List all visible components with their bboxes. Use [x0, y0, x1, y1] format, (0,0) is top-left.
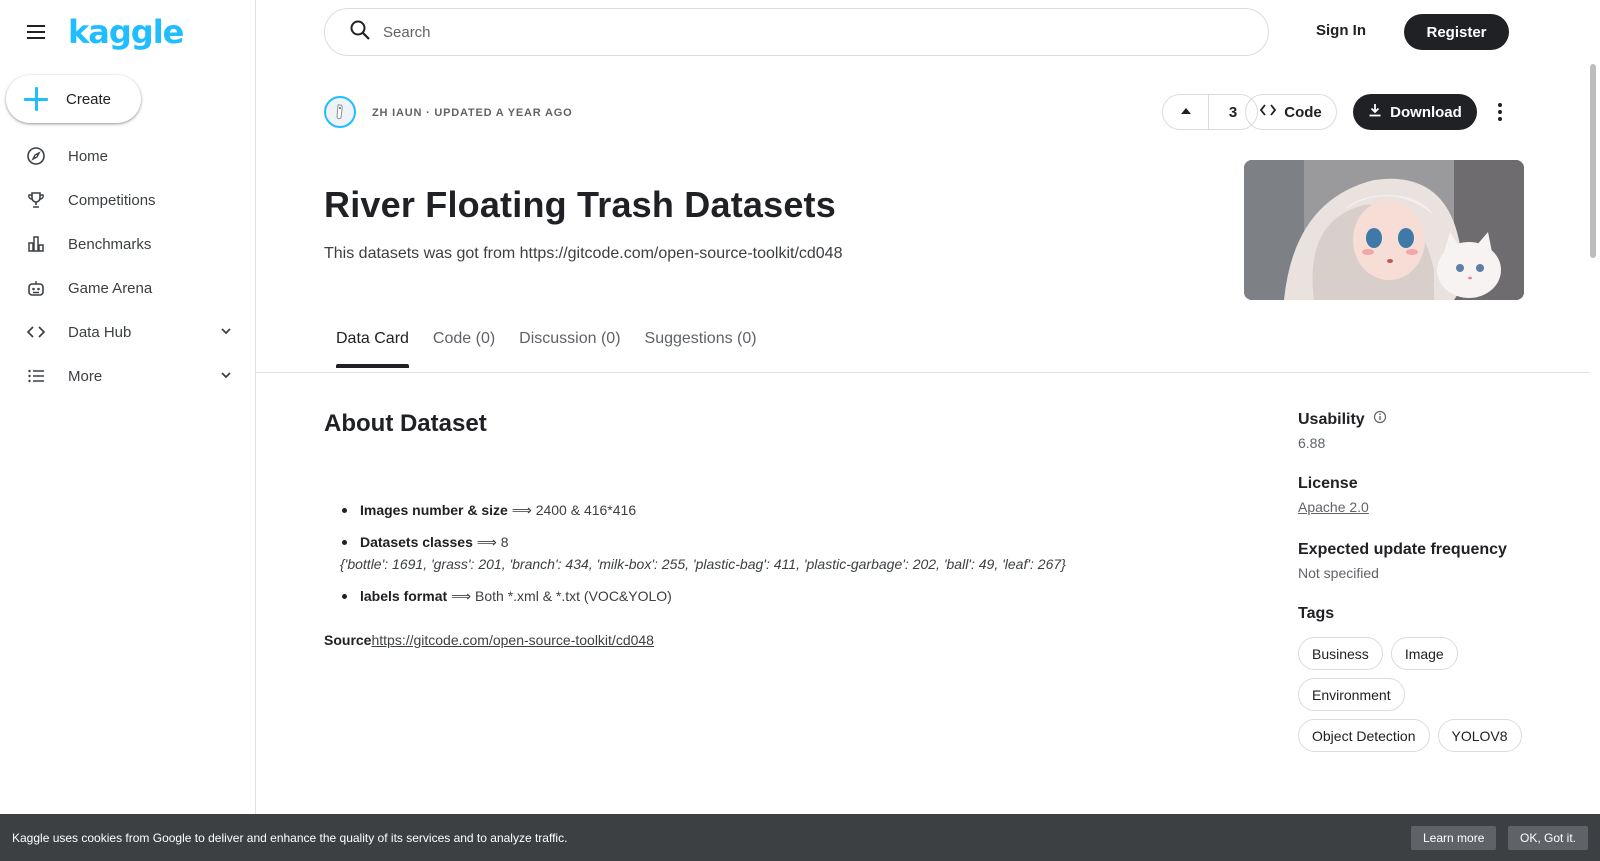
- arrow-glyph: ⟹: [476, 534, 497, 550]
- source-label: Source: [324, 632, 372, 648]
- usability-label: Usability: [1298, 410, 1365, 428]
- more-options-icon[interactable]: [1492, 98, 1508, 126]
- create-button[interactable]: Create: [6, 75, 141, 123]
- sidebar-header: kaggle: [24, 16, 184, 48]
- tag-list: Business Image Environment Object Detect…: [1298, 637, 1538, 752]
- tags-heading: Tags: [1298, 605, 1335, 622]
- about-dataset-heading: About Dataset: [324, 410, 487, 437]
- page-title: River Floating Trash Datasets: [324, 184, 836, 225]
- menu-icon[interactable]: [24, 20, 48, 44]
- tab-divider: [256, 372, 1590, 373]
- sidebar-item-label: Home: [68, 147, 109, 165]
- bullet-value: 8: [500, 534, 509, 550]
- chevron-down-icon[interactable]: [219, 324, 233, 338]
- learn-more-button[interactable]: Learn more: [1411, 826, 1497, 850]
- code-brackets-icon: [1260, 103, 1277, 121]
- code-button-label: Code: [1284, 103, 1322, 121]
- dataset-cover-image: [1244, 160, 1524, 300]
- arrow-glyph: ⟹: [511, 502, 532, 518]
- tag-chip[interactable]: YOLOV8: [1437, 719, 1522, 752]
- caret-up-icon: [1180, 103, 1192, 121]
- dataset-details-list: Images number & size ⟹ 2400 & 416*416 Da…: [340, 500, 1200, 618]
- cookie-banner: Kaggle uses cookies from Google to deliv…: [0, 814, 1600, 861]
- sidebar-item-label: Game Arena: [68, 279, 153, 297]
- tab-suggestions[interactable]: Suggestions (0): [645, 330, 757, 360]
- list-item: Datasets classes ⟹ 8 {'bottle': 1691, 'g…: [340, 532, 1200, 574]
- metadata-panel: Usability 6.88 License Apache 2.0 Expect…: [1298, 410, 1558, 776]
- source-link[interactable]: https://gitcode.com/open-source-toolkit/…: [371, 632, 654, 648]
- tag-chip[interactable]: Object Detection: [1298, 719, 1430, 752]
- sidebar-item-data-hub[interactable]: Data Hub: [0, 310, 255, 354]
- download-button[interactable]: Download: [1353, 94, 1477, 130]
- trophy-icon: [26, 190, 46, 210]
- list-item: Images number & size ⟹ 2400 & 416*416: [340, 500, 1200, 520]
- bullet-value: Both *.xml & *.txt (VOC&YOLO): [475, 588, 672, 604]
- license-heading: License: [1298, 475, 1358, 492]
- update-frequency-heading: Expected update frequency: [1298, 541, 1507, 558]
- cookie-ok-button[interactable]: OK, Got it.: [1508, 826, 1589, 850]
- sidebar-nav: Home Competitions Benchmarks Game Arena …: [0, 134, 255, 398]
- register-button[interactable]: Register: [1404, 14, 1509, 50]
- bullet-value: 2400 & 416*416: [535, 502, 637, 518]
- sidebar: kaggle Create Home Competitions Benchmar…: [0, 0, 256, 861]
- sidebar-item-label: Competitions: [68, 191, 156, 209]
- dataset-tabs: Data Card Code (0) Discussion (0) Sugges…: [336, 330, 757, 368]
- tag-chip[interactable]: Business: [1298, 637, 1383, 670]
- plus-icon: [24, 87, 48, 111]
- upvote-control: 3: [1162, 94, 1258, 130]
- sidebar-item-label: Benchmarks: [68, 235, 152, 253]
- info-icon[interactable]: [1373, 410, 1387, 429]
- dataset-subtitle: This datasets was got from https://gitco…: [324, 245, 843, 262]
- sidebar-item-label: Data Hub: [68, 323, 132, 341]
- code-button[interactable]: Code: [1245, 94, 1337, 130]
- sidebar-item-benchmarks[interactable]: Benchmarks: [0, 222, 255, 266]
- list-icon: [26, 366, 46, 386]
- class-counts: {'bottle': 1691, 'grass': 201, 'branch':…: [340, 556, 1066, 572]
- sidebar-item-more[interactable]: More: [0, 354, 255, 398]
- robot-icon: [26, 278, 46, 298]
- source-line: Sourcehttps://gitcode.com/open-source-to…: [324, 632, 654, 648]
- avatar[interactable]: [324, 96, 356, 128]
- bullet-label: Images number & size: [360, 502, 508, 518]
- search-icon: [349, 19, 371, 46]
- tag-chip[interactable]: Environment: [1298, 678, 1405, 711]
- kaggle-logo[interactable]: kaggle: [68, 16, 184, 48]
- download-icon: [1368, 103, 1382, 121]
- usability-value: 6.88: [1298, 435, 1326, 451]
- usability-heading: Usability: [1298, 410, 1558, 429]
- tag-chip[interactable]: Image: [1390, 637, 1458, 670]
- code-brackets-icon: [26, 322, 46, 342]
- list-item: labels format ⟹ Both *.xml & *.txt (VOC&…: [340, 586, 1200, 606]
- sidebar-item-home[interactable]: Home: [0, 134, 255, 178]
- cookie-message: Kaggle uses cookies from Google to deliv…: [12, 830, 568, 845]
- license-link[interactable]: Apache 2.0: [1298, 499, 1369, 515]
- create-label: Create: [66, 90, 112, 108]
- sidebar-item-game-arena[interactable]: Game Arena: [0, 266, 255, 310]
- tab-discussion[interactable]: Discussion (0): [519, 330, 620, 360]
- search-input[interactable]: [383, 23, 1183, 41]
- bullet-label: labels format: [360, 588, 448, 604]
- chevron-down-icon[interactable]: [219, 368, 233, 382]
- compass-icon: [26, 146, 46, 166]
- update-frequency-value: Not specified: [1298, 565, 1379, 581]
- upvote-button[interactable]: [1163, 95, 1209, 129]
- bullet-label: Datasets classes: [360, 534, 473, 550]
- tab-data-card[interactable]: Data Card: [336, 330, 409, 368]
- sidebar-item-label: More: [68, 367, 103, 385]
- download-button-label: Download: [1390, 103, 1462, 121]
- page-scrollbar[interactable]: [1590, 64, 1596, 258]
- search-bar[interactable]: [324, 8, 1269, 56]
- arrow-glyph: ⟹: [451, 588, 472, 604]
- sign-in-button[interactable]: Sign In: [1316, 22, 1366, 39]
- tab-code[interactable]: Code (0): [433, 330, 495, 360]
- sidebar-item-competitions[interactable]: Competitions: [0, 178, 255, 222]
- bar-chart-icon: [26, 234, 46, 254]
- author-updated-line: ZH IAUN · UPDATED A YEAR AGO: [372, 107, 573, 119]
